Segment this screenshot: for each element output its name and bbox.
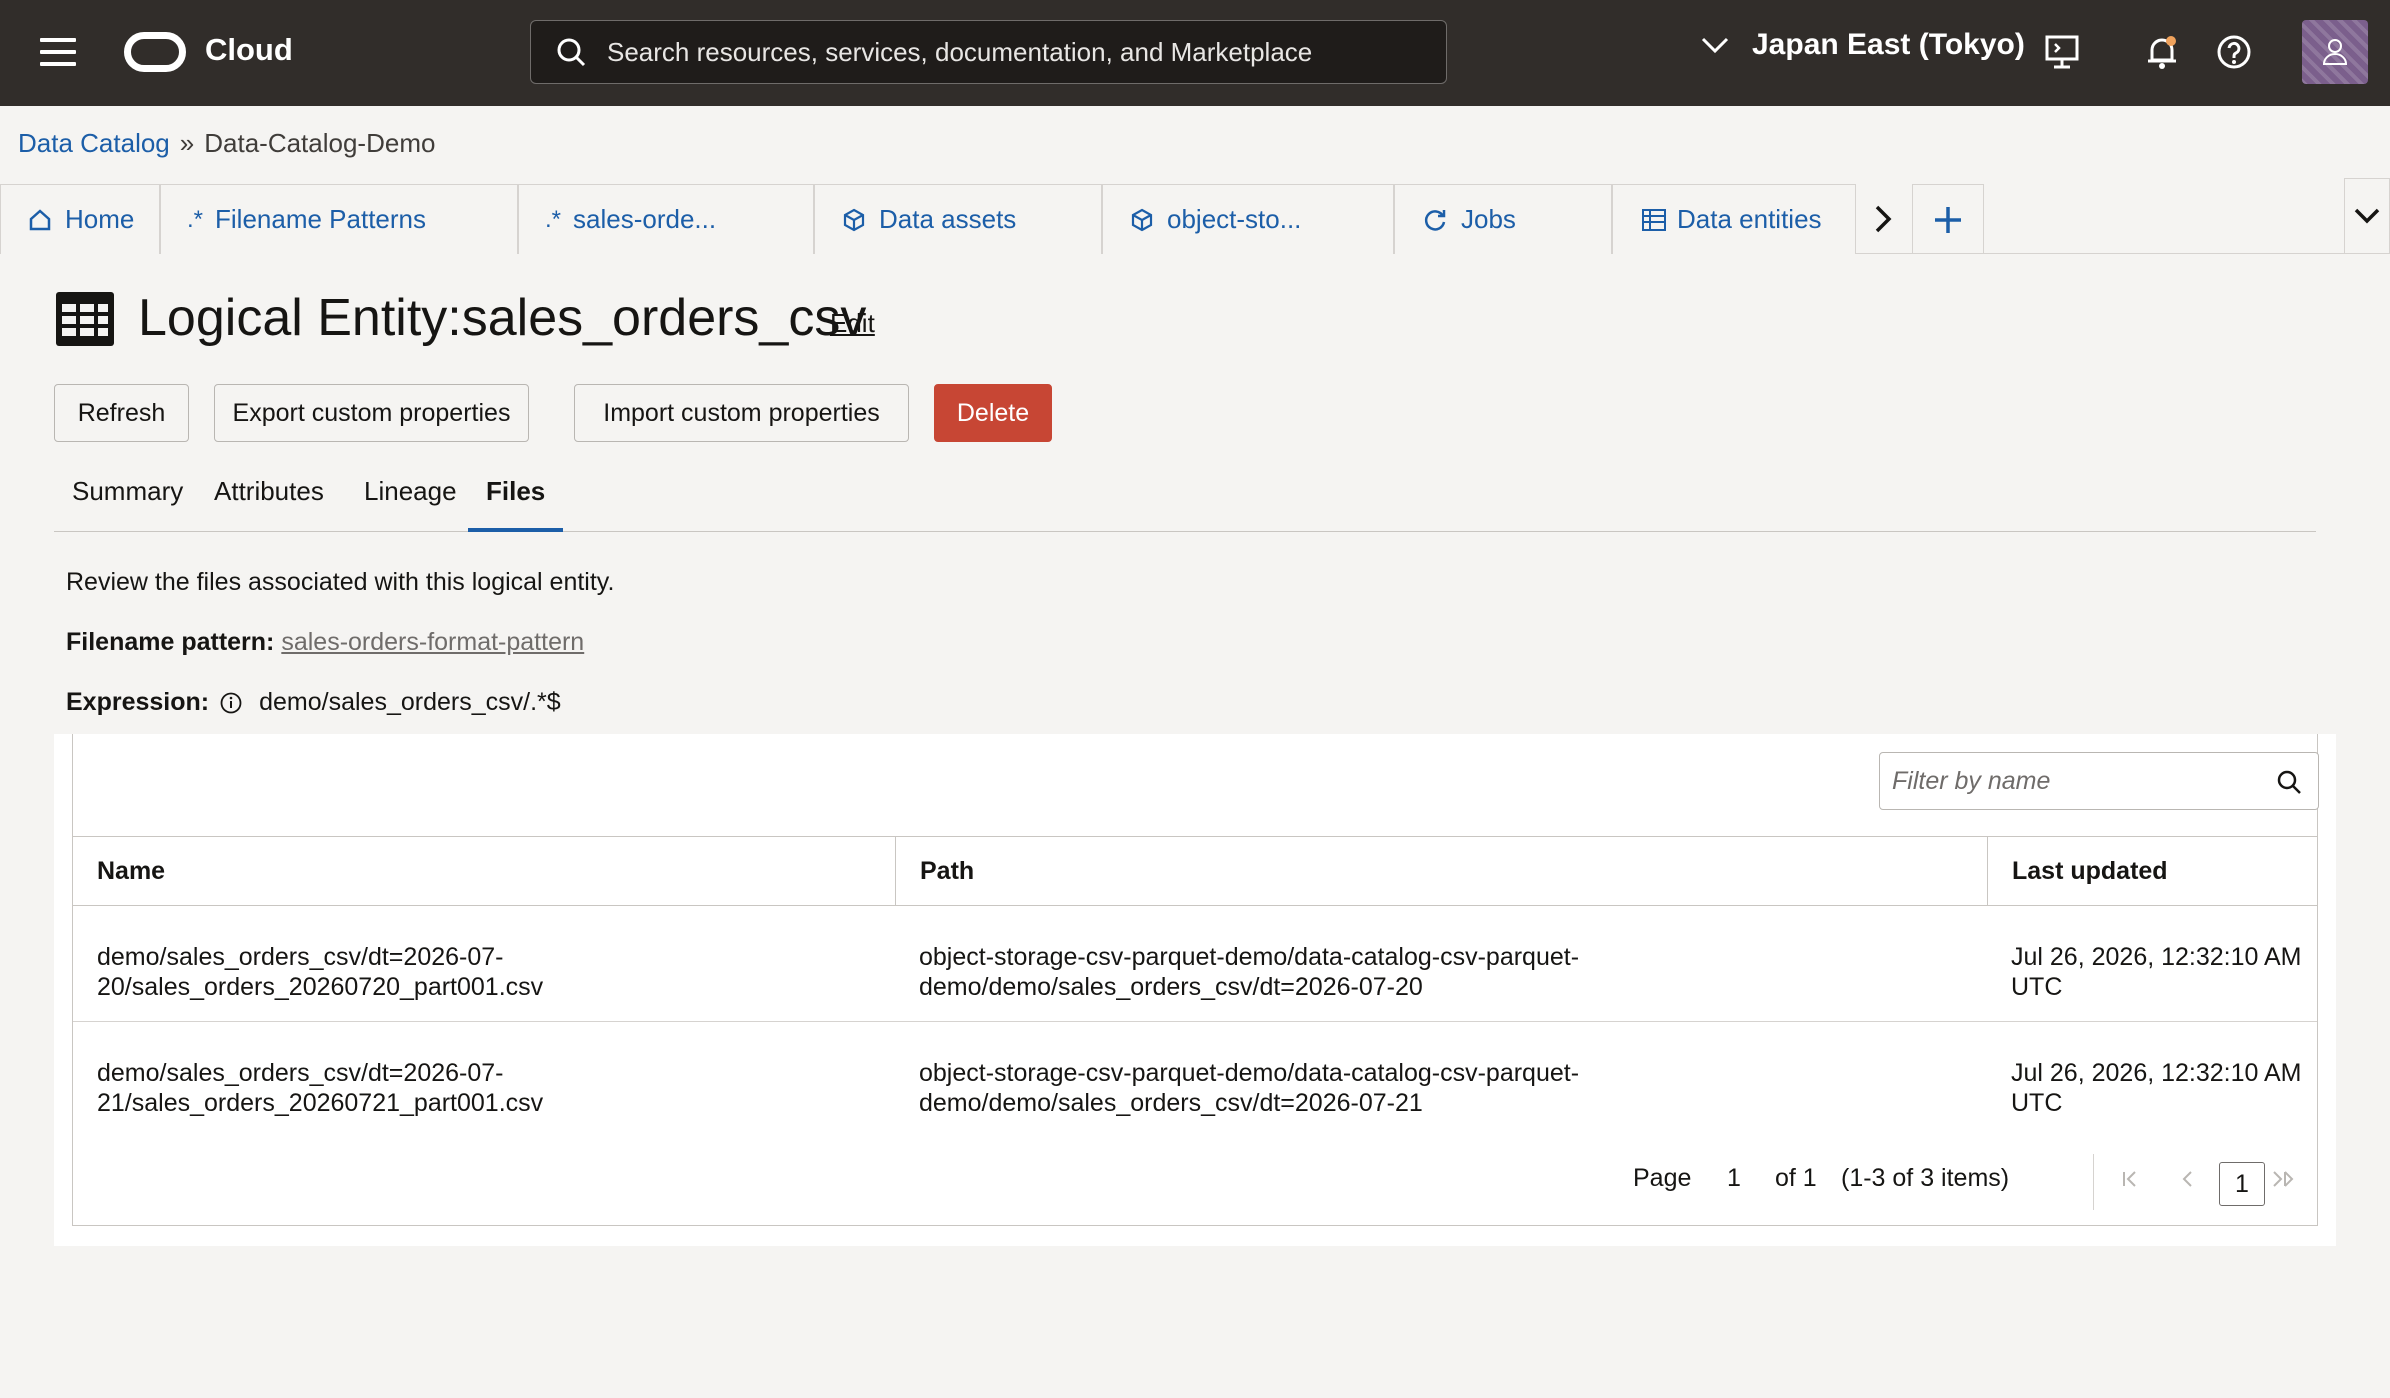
file-path-cell: object-storage-csv-parquet-demo/data-cat…	[919, 943, 1580, 1001]
file-name-cell: demo/sales_orders_csv/dt=2026-07- 21/sal…	[97, 1059, 544, 1117]
column-header-path[interactable]: Path	[895, 837, 1987, 905]
refresh-button[interactable]: Refresh	[54, 384, 189, 442]
tab-sales-orders-pattern[interactable]: .* sales-orde...	[518, 184, 814, 254]
tab-label: object-sto...	[1167, 204, 1302, 234]
last-page-button-icon-wrap[interactable]	[2262, 1162, 2296, 1196]
tab-label: sales-orde...	[573, 204, 717, 234]
column-header-name[interactable]: Name	[73, 837, 895, 905]
home-icon	[29, 208, 51, 230]
table-header: Name Path Last updated	[73, 836, 2317, 906]
breadcrumb: Data Catalog » Data-Catalog-Demo	[18, 128, 435, 159]
tab-label: Data assets	[879, 204, 1017, 234]
previous-page-button[interactable]	[2171, 1162, 2205, 1196]
pagination-page-input[interactable]: 1	[1727, 1164, 1741, 1193]
tab-data-assets[interactable]: Data assets	[814, 184, 1102, 254]
tab-summary[interactable]: Summary	[54, 476, 201, 532]
info-icon[interactable]	[219, 691, 243, 715]
region-selector[interactable]: Japan East (Tokyo)	[1700, 28, 2025, 62]
tab-lineage[interactable]: Lineage	[346, 476, 475, 532]
menu-icon[interactable]	[40, 38, 76, 66]
last-updated-cell: Jul 26, 2026, 12:32:10 AM UTC	[2011, 1059, 2302, 1117]
filter-by-name[interactable]	[1879, 752, 2319, 810]
filename-pattern-link[interactable]: sales-orders-format-pattern	[281, 628, 584, 656]
add-tab-button[interactable]	[1912, 184, 1984, 254]
tabs-scroll-right-button[interactable]	[1856, 184, 1910, 254]
file-path-cell: object-storage-csv-parquet-demo/data-cat…	[919, 1059, 1580, 1117]
tab-files[interactable]: Files	[468, 476, 564, 532]
pagination-divider	[2093, 1154, 2094, 1210]
files-table: Name Path Last updated demo/sales_orders…	[72, 734, 2319, 1226]
top-bar: Cloud Japan East (Tokyo)	[0, 0, 2390, 106]
regex-icon: .*	[187, 205, 204, 233]
table-row[interactable]: demo/sales_orders_csv/dt=2026-07- 20/sal…	[73, 906, 2317, 1022]
import-custom-properties-button[interactable]: Import custom properties	[574, 384, 909, 442]
regex-icon: .*	[545, 205, 562, 233]
refresh-icon	[1424, 209, 1446, 231]
breadcrumb-current: Data-Catalog-Demo	[204, 128, 436, 158]
table-icon	[1642, 208, 1666, 231]
tab-label: Data entities	[1677, 204, 1822, 234]
entity-detail-tabs: Summary Attributes Lineage Files	[54, 468, 2316, 532]
first-page-icon	[2123, 1171, 2136, 1187]
cloud-shell-icon[interactable]	[2042, 32, 2082, 72]
tab-home[interactable]: Home	[0, 184, 160, 254]
expression-value: demo/sales_orders_csv/.*$	[259, 688, 561, 716]
column-header-last-updated[interactable]: Last updated	[1987, 837, 2317, 905]
cube-icon	[1131, 208, 1153, 231]
delete-button[interactable]: Delete	[934, 384, 1052, 442]
tab-attributes[interactable]: Attributes	[196, 476, 342, 532]
region-label: Japan East (Tokyo)	[1752, 28, 2025, 61]
current-page-button[interactable]: 1	[2219, 1162, 2265, 1206]
filename-pattern-row: Filename pattern: sales-orders-format-pa…	[66, 628, 584, 657]
tab-filename-patterns[interactable]: .* Filename Patterns	[160, 184, 518, 254]
first-page-button[interactable]	[2113, 1162, 2147, 1196]
chevron-down-icon	[1701, 37, 1729, 54]
search-icon[interactable]	[2276, 769, 2302, 795]
search-icon	[557, 38, 586, 67]
filter-input[interactable]	[1892, 766, 2252, 796]
tab-object-storage[interactable]: object-sto...	[1102, 184, 1394, 254]
tab-data-entities[interactable]: Data entities	[1612, 184, 1856, 254]
help-icon[interactable]	[2214, 32, 2254, 72]
chevron-left-icon	[2182, 1171, 2192, 1187]
expression-label: Expression:	[66, 688, 210, 716]
pagination-items-label: (1-3 of 3 items)	[1841, 1164, 2010, 1192]
last-updated-cell: Jul 26, 2026, 12:32:10 AM UTC	[2011, 943, 2302, 1001]
breadcrumb-data-catalog-link[interactable]: Data Catalog	[18, 128, 170, 159]
cube-icon	[843, 208, 865, 231]
edit-link[interactable]: Edit	[830, 308, 875, 339]
notifications-bell-icon[interactable]	[2142, 32, 2182, 72]
workspace-tab-bar: Home .* Filename Patterns .* sales-orde.…	[0, 178, 2390, 254]
breadcrumb-separator: »	[179, 128, 195, 158]
file-name-cell: demo/sales_orders_csv/dt=2026-07- 20/sal…	[97, 943, 544, 1001]
filename-pattern-label: Filename pattern:	[66, 628, 275, 656]
export-custom-properties-button[interactable]: Export custom properties	[214, 384, 529, 442]
tabs-overflow-button[interactable]	[2344, 178, 2390, 254]
pagination-of-label: of 1	[1775, 1164, 1817, 1192]
search-input[interactable]	[607, 36, 1427, 68]
brand-name: Cloud	[205, 32, 293, 67]
user-icon	[2322, 39, 2348, 65]
global-search[interactable]	[530, 20, 1447, 84]
tab-label: Filename Patterns	[215, 204, 426, 234]
plus-icon	[1935, 206, 1961, 233]
table-row[interactable]: demo/sales_orders_csv/dt=2026-07- 21/sal…	[73, 1022, 2317, 1138]
last-page-icon	[2273, 1171, 2286, 1187]
cloud-logo-icon[interactable]	[124, 32, 186, 72]
pagination-page-label: Page	[1633, 1164, 1692, 1192]
files-table-panel: Name Path Last updated demo/sales_orders…	[54, 734, 2336, 1246]
tab-jobs[interactable]: Jobs	[1394, 184, 1612, 254]
expression-row: Expression: demo/sales_orders_csv/.*$	[66, 688, 561, 717]
table-icon	[56, 292, 114, 346]
chevron-right-icon	[1875, 205, 1892, 233]
page-title: Logical Entity:sales_orders_csv	[138, 289, 867, 347]
user-avatar[interactable]	[2302, 20, 2368, 84]
tab-label: Jobs	[1461, 204, 1516, 234]
chevron-down-icon	[2354, 208, 2380, 224]
tab-label: Home	[65, 204, 135, 234]
files-description: Review the files associated with this lo…	[66, 568, 615, 596]
